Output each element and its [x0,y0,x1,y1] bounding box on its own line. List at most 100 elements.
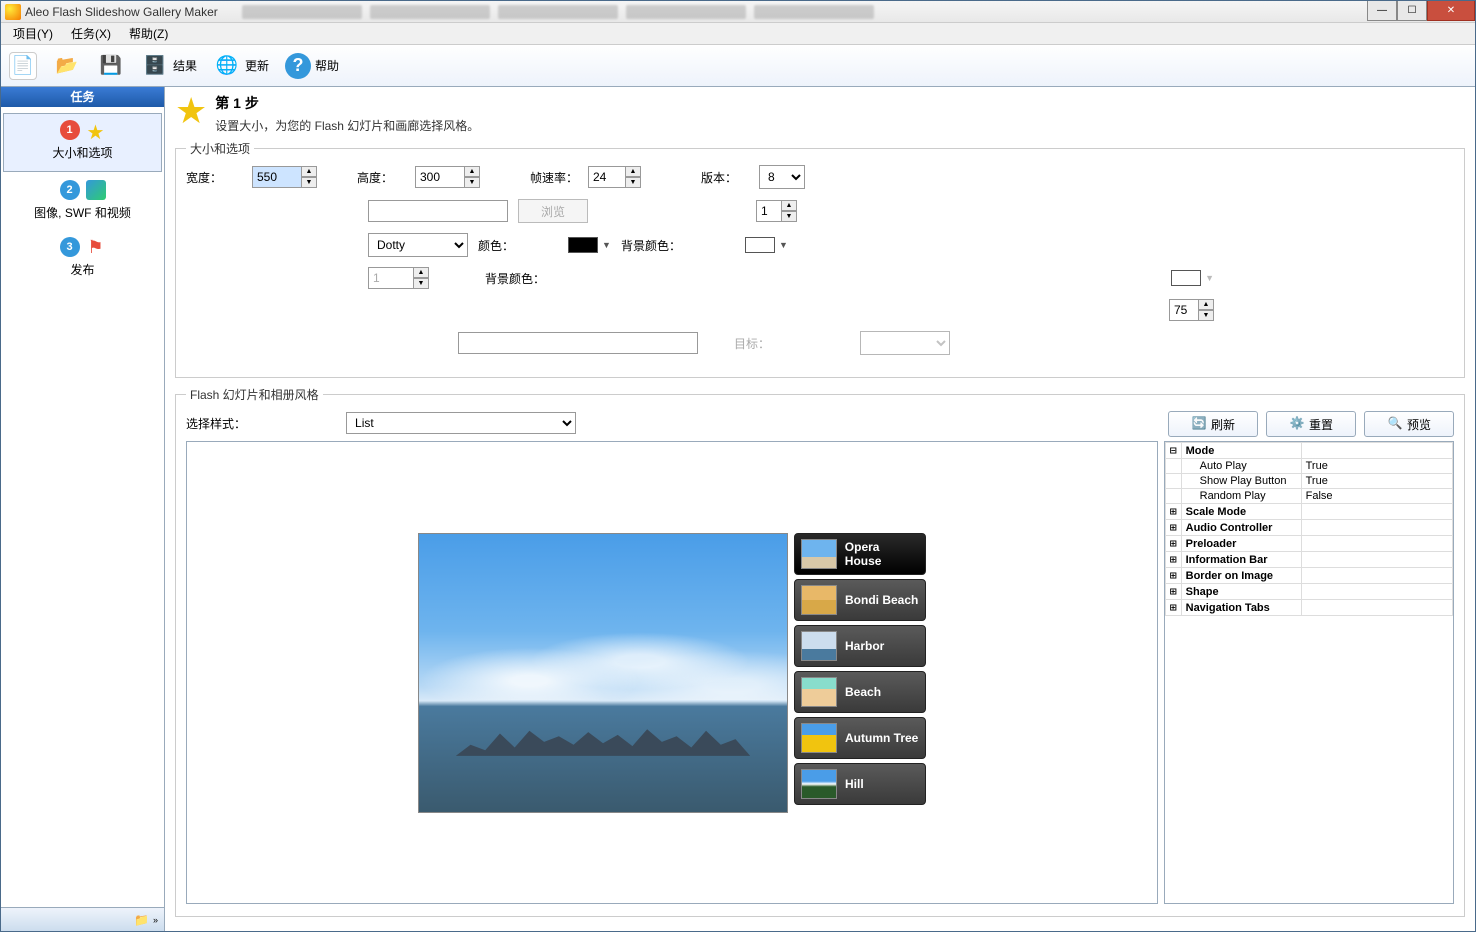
width-label: 宽度： [186,169,242,186]
menu-help[interactable]: 帮助(Z) [123,23,174,44]
prop-category: Mode [1181,443,1301,459]
prop-key: Auto Play [1181,459,1301,474]
thumb-autumn-tree[interactable]: Autumn Tree [794,717,926,759]
prop-value[interactable]: True [1301,474,1452,489]
num-a-down[interactable]: ▼ [781,211,797,222]
bgcolor-label: 背景颜色： [621,237,681,254]
preview-area: Opera House Bondi Beach Harbor Beach Aut… [186,441,1158,904]
thumb-beach[interactable]: Beach [794,671,926,713]
thumb-hill[interactable]: Hill [794,763,926,805]
color-swatch-icon [568,237,598,253]
prop-value[interactable]: True [1301,459,1452,474]
color-picker[interactable]: ▼ [568,237,611,253]
num-75-input[interactable] [1169,299,1199,321]
expand-icon[interactable]: ⊞ [1166,504,1182,520]
fps-label: 帧速率： [530,169,578,186]
bgcolor2-picker[interactable]: ▼ [1171,270,1214,286]
flag-icon: ⚑ [86,237,106,257]
search-icon: 🔍 [1387,416,1403,432]
task-publish[interactable]: 3⚑ 发布 [1,231,164,288]
style-group: Flash 幻灯片和相册风格 选择样式： List 🔄刷新 ⚙️重置 🔍预览 [175,386,1465,917]
num-b-up[interactable]: ▲ [413,267,429,278]
style-select[interactable]: List [346,412,576,434]
prop-category: Shape [1181,584,1301,600]
expand-icon[interactable]: ⊞ [1166,536,1182,552]
target-path-input[interactable] [458,332,698,354]
num-75-up[interactable]: ▲ [1198,299,1214,310]
task-media[interactable]: 2 图像, SWF 和视频 [1,174,164,231]
chevron-down-icon: ▼ [1205,273,1214,283]
target-label: 目标： [734,335,770,352]
toolbar-result-label: 结果 [173,57,197,74]
thumb-image [801,769,837,799]
app-icon [5,4,21,20]
preset-select[interactable]: Dotty [368,233,468,257]
toolbar-help[interactable]: ?帮助 [285,53,339,79]
database-icon: 🗄️ [141,52,169,80]
style-label: 选择样式： [186,415,246,432]
toolbar-update[interactable]: 🌐更新 [213,52,269,80]
expand-icon[interactable]: ⊞ [1166,600,1182,616]
expand-icon[interactable]: ⊞ [1166,520,1182,536]
toolbar-save[interactable]: 💾 [97,52,125,80]
num-a-up[interactable]: ▲ [781,200,797,211]
thumb-label: Harbor [845,639,884,653]
expand-icon[interactable]: ⊞ [1166,568,1182,584]
prop-category: Navigation Tabs [1181,600,1301,616]
num-a-input[interactable] [756,200,782,222]
num-b-down[interactable]: ▼ [413,278,429,289]
folder-icon[interactable]: 📁 [134,913,149,927]
minimize-button[interactable]: — [1367,1,1397,21]
titlebar: Aleo Flash Slideshow Gallery Maker — ☐ ✕ [1,1,1475,23]
step-description: 设置大小，为您的 Flash 幻灯片和画廊选择风格。 [215,117,479,134]
maximize-button[interactable]: ☐ [1397,1,1427,21]
close-button[interactable]: ✕ [1427,1,1475,21]
thumb-bondi-beach[interactable]: Bondi Beach [794,579,926,621]
toolbar-new[interactable]: 📄 [9,52,37,80]
prop-key: Random Play [1181,489,1301,504]
num-b-input[interactable] [368,267,414,289]
thumb-label: Beach [845,685,881,699]
collapse-icon[interactable]: ⊟ [1166,443,1182,459]
height-input[interactable] [415,166,465,188]
expand-icon[interactable]: ⊞ [1166,552,1182,568]
help-icon: ? [285,53,311,79]
toolbar-import[interactable]: 📂 [53,52,81,80]
target-select [860,331,950,355]
num-75-down[interactable]: ▼ [1198,310,1214,321]
main-preview-image [418,533,788,813]
fps-down[interactable]: ▼ [625,177,641,188]
width-up[interactable]: ▲ [301,166,317,177]
height-down[interactable]: ▼ [464,177,480,188]
prop-category: Information Bar [1181,552,1301,568]
chevron-right-icon[interactable]: » [153,915,158,925]
bgcolor-picker[interactable]: ▼ [745,237,788,253]
sidebar-header: 任务 [1,87,164,107]
thumb-harbor[interactable]: Harbor [794,625,926,667]
expand-icon[interactable]: ⊞ [1166,584,1182,600]
task-size-options[interactable]: 1★ 大小和选项 [3,113,162,172]
refresh-button[interactable]: 🔄刷新 [1168,411,1258,437]
height-up[interactable]: ▲ [464,166,480,177]
sidebar: 任务 1★ 大小和选项 2 图像, SWF 和视频 3⚑ 发布 📁 » [1,87,165,931]
toolbar-result[interactable]: 🗄️结果 [141,52,197,80]
star-icon: ★ [86,120,106,140]
width-down[interactable]: ▼ [301,177,317,188]
prop-value[interactable]: False [1301,489,1452,504]
reset-button[interactable]: ⚙️重置 [1266,411,1356,437]
step-1-icon: 1 [60,120,80,140]
width-input[interactable] [252,166,302,188]
thumb-opera-house[interactable]: Opera House [794,533,926,575]
fps-input[interactable] [588,166,626,188]
thumb-label: Hill [845,777,864,791]
fps-up[interactable]: ▲ [625,166,641,177]
media-icon [86,180,106,200]
property-grid[interactable]: ⊟Mode Auto PlayTrue Show Play ButtonTrue… [1164,441,1454,904]
browse-button[interactable]: 浏览 [518,199,588,223]
menu-task[interactable]: 任务(X) [65,23,117,44]
path-input[interactable] [368,200,508,222]
preview-button[interactable]: 🔍预览 [1364,411,1454,437]
menu-project[interactable]: 项目(Y) [7,23,59,44]
version-select[interactable]: 8 [759,165,805,189]
prop-category: Border on Image [1181,568,1301,584]
